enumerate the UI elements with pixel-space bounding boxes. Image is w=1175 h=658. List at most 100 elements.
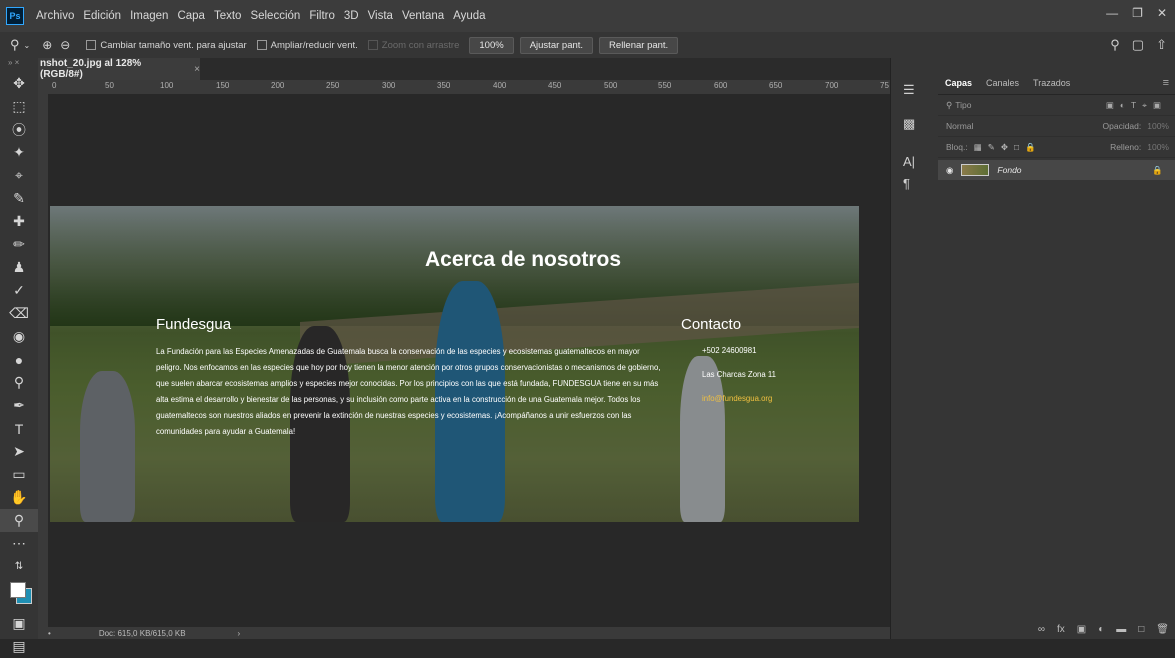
crop-tool-icon[interactable]: ⌖ (0, 164, 38, 187)
trash-icon[interactable]: 🗑 (1156, 624, 1169, 635)
tab-trazados[interactable]: Trazados (1026, 78, 1077, 88)
chevron-right-icon[interactable]: › (238, 629, 241, 638)
document-image[interactable]: Acerca de nosotros Fundesgua La Fundació… (50, 206, 859, 522)
fx-icon[interactable]: fx (1057, 624, 1065, 635)
panel-collapse-icon[interactable]: » × (0, 58, 38, 72)
link-icon[interactable]: ∞ (1038, 624, 1045, 635)
zoom-out-icon[interactable]: ⊖ (60, 38, 70, 52)
blend-row: Normal Opacidad: 100% (938, 116, 1175, 137)
clone-stamp-tool-icon[interactable]: ♟ (0, 256, 38, 279)
quick-selection-tool-icon[interactable]: ✦ (0, 141, 38, 164)
tab-capas[interactable]: Capas (938, 78, 979, 88)
paint-bucket-tool-icon[interactable]: ◉ (0, 325, 38, 348)
screen-mode-icon[interactable]: ▤ (0, 635, 38, 658)
restore-icon[interactable]: ❐ (1132, 6, 1143, 20)
type-tool-icon[interactable]: T (0, 417, 38, 440)
hand-tool-icon[interactable]: ✋ (0, 486, 38, 509)
lasso-tool-icon[interactable]: ⦿ (0, 118, 38, 141)
chevron-down-icon[interactable]: ⌄ (24, 41, 31, 50)
menu-ventana[interactable]: Ventana (402, 10, 444, 22)
zoom-tool-icon[interactable]: ⚲ (10, 37, 20, 53)
color-swatches[interactable] (0, 578, 38, 612)
checkbox[interactable] (256, 40, 267, 50)
workspace-icon[interactable]: ▢ (1132, 37, 1144, 53)
adjustment-icon[interactable]: ◐ (1098, 624, 1104, 635)
menu-edicion[interactable]: Edición (83, 10, 121, 22)
menu-archivo[interactable]: Archivo (36, 10, 74, 22)
ruler-origin[interactable] (38, 80, 48, 94)
filter-icons[interactable]: ▣◐T⌖▣ (1106, 100, 1167, 111)
layer-actions: ∞ fx ▣ ◐ ▬ □ 🗑 (1038, 624, 1169, 635)
history-panel-icon[interactable]: ☰ (903, 82, 917, 97)
menu-seleccion[interactable]: Selección (250, 10, 300, 22)
path-selection-tool-icon[interactable]: ➤ (0, 440, 38, 463)
swap-colors-icon[interactable]: ⇅ (0, 555, 38, 578)
menu-filtro[interactable]: Filtro (309, 10, 335, 22)
layer-row-fondo[interactable]: ◉ Fondo 🔒 (938, 160, 1175, 180)
blend-mode-select[interactable]: Normal (946, 121, 973, 131)
options-bar: ⚲ ⌄ ⊕ ⊖ Cambiar tamaño vent. para ajusta… (0, 32, 1175, 59)
document-tab[interactable]: nshot_20.jpg al 128% (RGB/8#) × (38, 58, 200, 80)
character-panel-icon[interactable]: A| (903, 154, 917, 169)
rectangle-tool-icon[interactable]: ▭ (0, 463, 38, 486)
lock-icons[interactable]: ▦✎✥□🔒 (974, 142, 1042, 153)
pen-tool-icon[interactable]: ✒ (0, 394, 38, 417)
menu-texto[interactable]: Texto (214, 10, 242, 22)
move-tool-icon[interactable]: ✥ (0, 72, 38, 95)
panel-menu-icon[interactable]: ≡ (1163, 77, 1169, 89)
search-icon[interactable]: ⚲ (1110, 37, 1120, 53)
ruler-tick: 350 (437, 81, 451, 90)
properties-panel-icon[interactable]: ▩ (903, 116, 917, 131)
ruler-tick: 100 (160, 81, 174, 90)
healing-brush-tool-icon[interactable]: ✚ (0, 210, 38, 233)
menu-3d[interactable]: 3D (344, 10, 359, 22)
zoom-tool-icon[interactable]: ⚲ (0, 509, 38, 532)
zoom-in-icon[interactable]: ⊕ (42, 38, 52, 52)
tab-canales[interactable]: Canales (979, 78, 1026, 88)
window-controls: — ❐ ✕ (1106, 6, 1167, 20)
quick-mask-icon[interactable]: ▣ (0, 612, 38, 635)
menu-vista[interactable]: Vista (368, 10, 393, 22)
menu-imagen[interactable]: Imagen (130, 10, 168, 22)
mask-icon[interactable]: ▣ (1077, 624, 1086, 635)
lock-icon[interactable]: 🔒 (1152, 165, 1163, 176)
opacity-label: Opacidad: (1102, 121, 1142, 131)
new-layer-icon[interactable]: □ (1138, 624, 1144, 635)
horizontal-ruler[interactable]: 0 50 100 150 200 250 300 350 400 450 500… (48, 80, 890, 95)
panel-tabs: Capas Canales Trazados ≡ (938, 72, 1175, 95)
document-tab-title: nshot_20.jpg al 128% (RGB/8#) (40, 58, 142, 80)
more-tools-icon[interactable]: ⋯ (0, 532, 38, 555)
eraser-tool-icon[interactable]: ⌫ (0, 302, 38, 325)
folder-icon[interactable]: ▬ (1116, 624, 1126, 635)
zoom-all-windows-option[interactable]: Ampliar/reducir vent. (256, 40, 358, 51)
foreground-color-swatch[interactable] (10, 582, 26, 598)
photoshop-logo: Ps (6, 7, 24, 25)
history-brush-tool-icon[interactable]: ✓ (0, 279, 38, 302)
fill-field[interactable]: 100% (1147, 142, 1169, 152)
blur-tool-icon[interactable]: ● (0, 348, 38, 371)
tools-panel: » × ✥ ⬚ ⦿ ✦ ⌖ ✎ ✚ ✏ ♟ ✓ ⌫ ◉ ● ⚲ ✒ T ➤ ▭ … (0, 58, 39, 654)
paragraph-panel-icon[interactable]: ¶ (903, 176, 917, 191)
checkbox[interactable] (367, 40, 378, 50)
brush-tool-icon[interactable]: ✏ (0, 233, 38, 256)
eyedropper-tool-icon[interactable]: ✎ (0, 187, 38, 210)
resize-windows-option[interactable]: Cambiar tamaño vent. para ajustar (86, 40, 247, 51)
menu-ayuda[interactable]: Ayuda (453, 10, 485, 22)
minimize-icon[interactable]: — (1106, 6, 1118, 20)
opacity-field[interactable]: 100% (1147, 121, 1169, 131)
checkbox[interactable] (86, 40, 97, 50)
layer-filter-select[interactable]: Tipo (955, 100, 971, 110)
dodge-tool-icon[interactable]: ⚲ (0, 371, 38, 394)
ruler-tick: 150 (216, 81, 230, 90)
share-icon[interactable]: ⇧ (1156, 37, 1167, 53)
close-icon[interactable]: ✕ (1157, 6, 1167, 20)
contact-heading: Contacto (681, 316, 742, 333)
zoom-readout[interactable]: • (48, 629, 51, 638)
marquee-tool-icon[interactable]: ⬚ (0, 95, 38, 118)
zoom-percent-field[interactable]: 100% (469, 36, 514, 54)
scrubby-zoom-option[interactable]: Zoom con arrastre (367, 40, 459, 51)
menu-capa[interactable]: Capa (177, 10, 205, 22)
fill-screen-button[interactable]: Rellenar pant. (599, 36, 679, 54)
visibility-eye-icon[interactable]: ◉ (946, 165, 953, 176)
fit-screen-button[interactable]: Ajustar pant. (519, 36, 594, 54)
